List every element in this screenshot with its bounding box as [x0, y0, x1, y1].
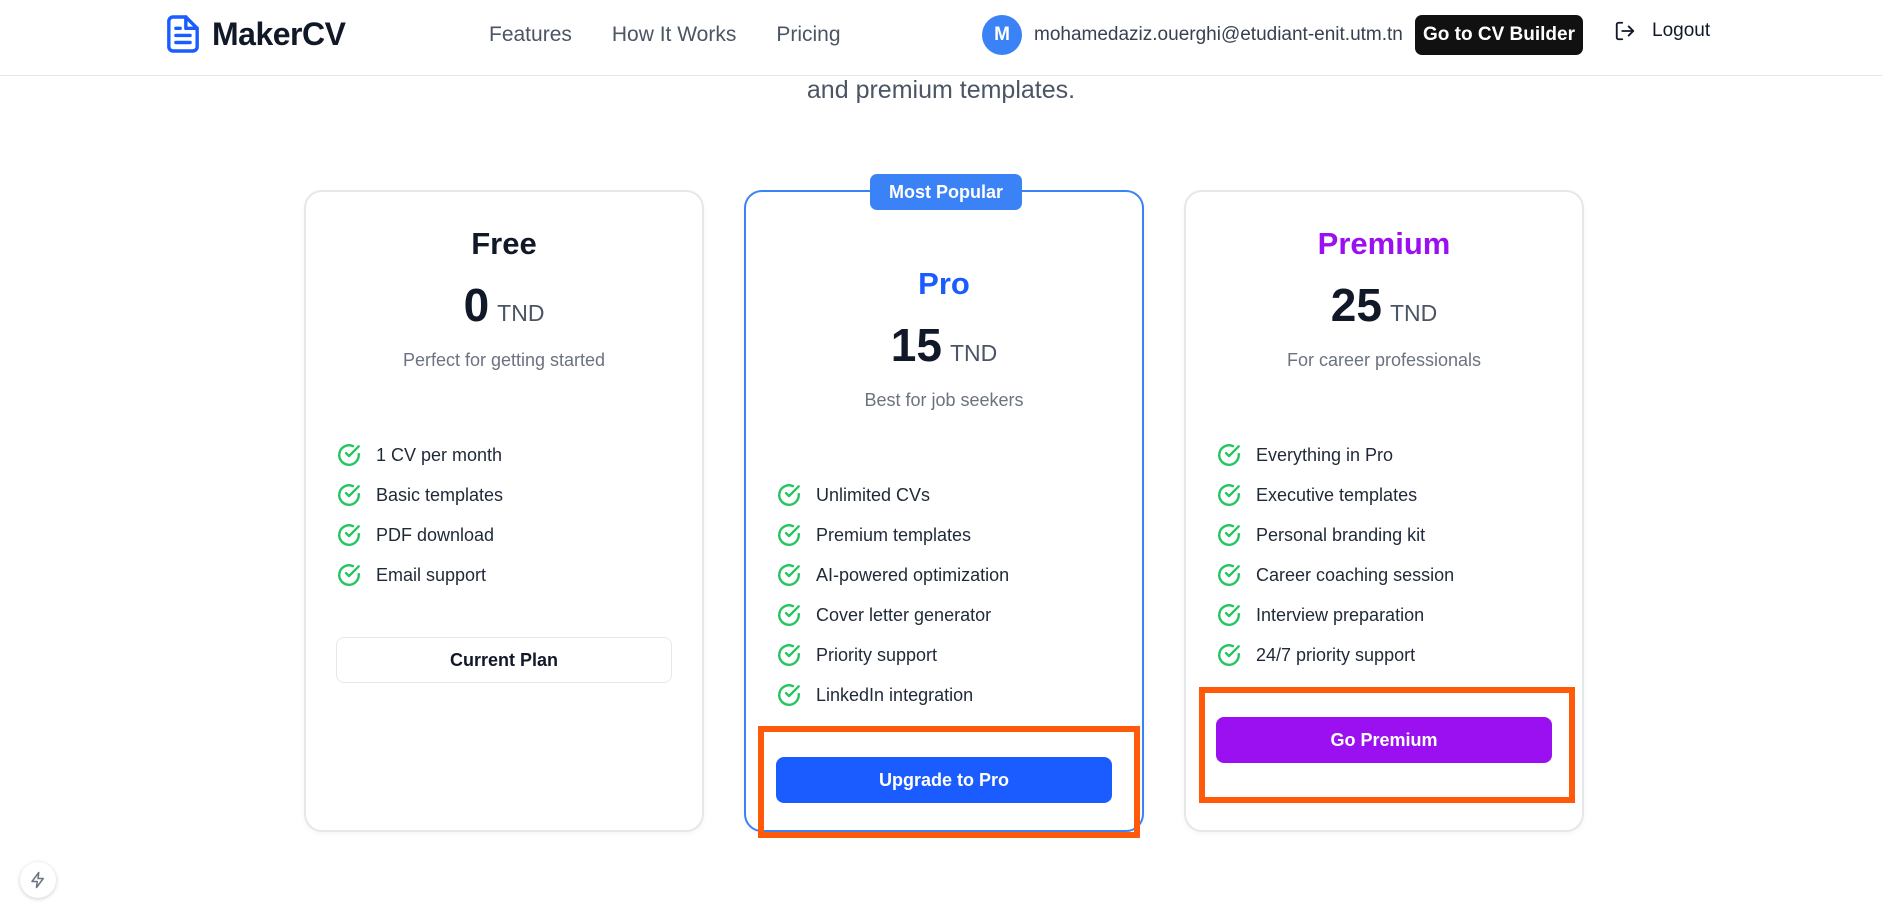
nav-features[interactable]: Features [489, 20, 572, 50]
plan-card-free: Free 0 TND Perfect for getting started 1 … [304, 190, 704, 832]
list-item: Personal branding kit [1216, 515, 1454, 555]
list-item: Career coaching session [1216, 555, 1454, 595]
list-item: Premium templates [776, 515, 1009, 555]
list-item: 24/7 priority support [1216, 635, 1454, 675]
check-circle-icon [1218, 564, 1240, 586]
check-circle-icon [778, 684, 800, 706]
highlight-box-pro-button [758, 726, 1140, 838]
plan-description: Perfect for getting started [402, 350, 606, 370]
avatar[interactable]: M [982, 15, 1022, 55]
check-circle-icon [1218, 644, 1240, 666]
check-circle-icon [778, 644, 800, 666]
logout-button[interactable]: Logout [1614, 20, 1710, 42]
feature-list: 1 CV per month Basic templates PDF downl… [336, 435, 503, 595]
check-circle-icon [778, 604, 800, 626]
feature-label: PDF download [376, 524, 495, 545]
user-menu[interactable]: M mohamedaziz.ouerghi@etudiant-enit.utm.… [982, 15, 1403, 55]
list-item: PDF download [336, 515, 503, 555]
plan-description: For career professionals [1286, 350, 1482, 370]
main-nav: Features How It Works Pricing [489, 20, 841, 50]
feature-label: Basic templates [376, 484, 504, 505]
hero-subline: and premium templates. [806, 76, 1076, 104]
bolt-widget-button[interactable] [20, 862, 56, 898]
feature-label: Career coaching session [1256, 564, 1455, 585]
list-item: Basic templates [336, 475, 503, 515]
feature-label: Everything in Pro [1256, 444, 1394, 465]
plan-name: Premium [1317, 226, 1451, 261]
price-currency: TND [949, 340, 998, 366]
plan-name: Free [471, 226, 537, 261]
check-circle-icon [1218, 444, 1240, 466]
plan-price: 0 TND [306, 278, 702, 332]
plan-name: Pro [918, 266, 970, 301]
list-item: LinkedIn integration [776, 675, 1009, 715]
check-circle-icon [778, 484, 800, 506]
check-circle-icon [338, 444, 360, 466]
logo-text: MakerCV [212, 15, 346, 52]
list-item: Executive templates [1216, 475, 1454, 515]
list-item: 1 CV per month [336, 435, 503, 475]
check-circle-icon [1218, 524, 1240, 546]
feature-label: Interview preparation [1256, 604, 1425, 625]
list-item: AI-powered optimization [776, 555, 1009, 595]
list-item: Cover letter generator [776, 595, 1009, 635]
feature-list: Everything in Pro Executive templates Pe… [1216, 435, 1454, 675]
check-circle-icon [338, 564, 360, 586]
feature-label: AI-powered optimization [816, 564, 1010, 585]
nav-how-it-works[interactable]: How It Works [612, 20, 736, 50]
feature-list: Unlimited CVs Premium templates AI-power… [776, 475, 1009, 715]
feature-label: Cover letter generator [816, 604, 992, 625]
feature-label: LinkedIn integration [816, 684, 974, 705]
list-item: Email support [336, 555, 503, 595]
price-amount: 15 [890, 319, 942, 371]
highlight-box-premium-button [1199, 687, 1575, 803]
feature-label: Unlimited CVs [816, 484, 931, 505]
feature-label: 1 CV per month [376, 444, 503, 465]
check-circle-icon [778, 564, 800, 586]
check-circle-icon [778, 524, 800, 546]
check-circle-icon [338, 484, 360, 506]
plan-description: Best for job seekers [864, 390, 1024, 410]
feature-label: Personal branding kit [1256, 524, 1426, 545]
check-circle-icon [338, 524, 360, 546]
bolt-icon [31, 871, 44, 889]
feature-label: 24/7 priority support [1256, 644, 1416, 665]
document-icon [167, 15, 199, 53]
current-plan-button[interactable]: Current Plan [336, 637, 672, 683]
check-circle-icon [1218, 604, 1240, 626]
go-to-cv-builder-button[interactable]: Go to CV Builder [1415, 15, 1583, 55]
feature-label: Priority support [816, 644, 938, 665]
user-email: mohamedaziz.ouerghi@etudiant-enit.utm.tn [1034, 24, 1403, 45]
logout-label: Logout [1652, 20, 1711, 41]
list-item: Priority support [776, 635, 1009, 675]
price-currency: TND [1389, 300, 1438, 326]
feature-label: Email support [376, 564, 487, 585]
list-item: Unlimited CVs [776, 475, 1009, 515]
price-currency: TND [497, 300, 545, 326]
top-navbar: MakerCV Features How It Works Pricing M … [0, 0, 1882, 76]
plan-price: 25 TND [1186, 278, 1582, 332]
price-amount: 25 [1330, 279, 1382, 331]
feature-label: Executive templates [1256, 484, 1418, 505]
logo[interactable]: MakerCV [166, 14, 346, 54]
plan-price: 15 TND [746, 318, 1142, 372]
list-item: Interview preparation [1216, 595, 1454, 635]
check-circle-icon [1218, 484, 1240, 506]
logout-icon [1615, 21, 1635, 41]
feature-label: Premium templates [816, 524, 972, 545]
price-amount: 0 [463, 279, 490, 331]
nav-pricing[interactable]: Pricing [776, 20, 840, 50]
list-item: Everything in Pro [1216, 435, 1454, 475]
most-popular-badge: Most Popular [870, 174, 1022, 210]
